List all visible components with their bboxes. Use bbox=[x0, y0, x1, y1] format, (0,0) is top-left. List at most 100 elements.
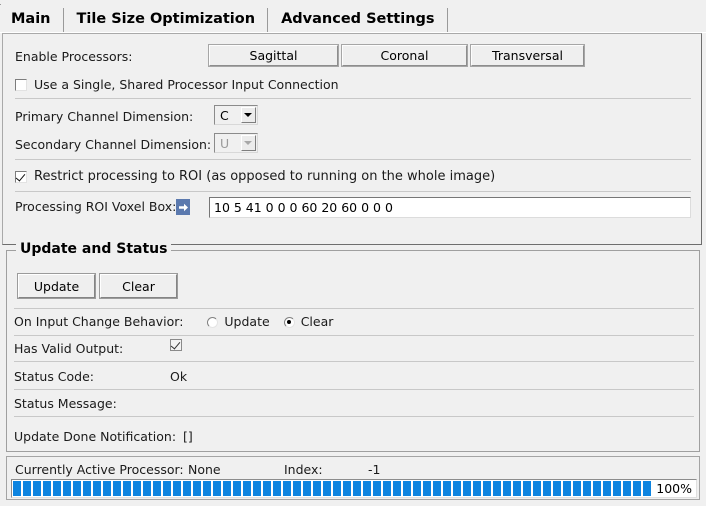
radio-clear-label: Clear bbox=[301, 314, 334, 330]
progress-segment bbox=[43, 481, 51, 496]
on-input-change-row: On Input Change Behavior: Update Clear bbox=[14, 314, 333, 330]
shared-input-connection-checkbox[interactable] bbox=[15, 79, 27, 91]
radio-update-label: Update bbox=[224, 314, 269, 330]
progress-segment bbox=[73, 481, 81, 496]
progress-segment bbox=[453, 481, 461, 496]
shared-input-connection-row[interactable]: Use a Single, Shared Processor Input Con… bbox=[15, 77, 339, 93]
arrow-right-icon[interactable] bbox=[176, 199, 190, 215]
has-valid-output-checkbox bbox=[170, 339, 182, 351]
progress-segment bbox=[163, 481, 171, 496]
radio-update-button[interactable] bbox=[207, 317, 218, 328]
progress-segment bbox=[613, 481, 621, 496]
progress-segment bbox=[493, 481, 501, 496]
progress-segment bbox=[93, 481, 101, 496]
progress-bar: 100% bbox=[11, 479, 697, 498]
progress-segment bbox=[533, 481, 541, 496]
progress-segment bbox=[253, 481, 261, 496]
progress-segment bbox=[123, 481, 131, 496]
roi-voxel-box-input[interactable]: 10 5 41 0 0 0 60 20 60 0 0 0 bbox=[209, 197, 691, 218]
primary-channel-dimension-label: Primary Channel Dimension: bbox=[15, 109, 193, 125]
update-done-notification-label: Update Done Notification: bbox=[14, 429, 176, 445]
progress-segment bbox=[103, 481, 111, 496]
processor-button-sagittal-label: Sagittal bbox=[250, 48, 298, 63]
progress-segment bbox=[383, 481, 391, 496]
tab-tile-size-optimization-label: Tile Size Optimization bbox=[77, 11, 256, 27]
update-done-notification-value: [] bbox=[183, 429, 193, 445]
active-processor-value: None bbox=[188, 462, 221, 478]
update-button-label: Update bbox=[34, 279, 79, 294]
progress-segment bbox=[423, 481, 431, 496]
progress-segment bbox=[213, 481, 221, 496]
active-processor-label: Currently Active Processor: bbox=[15, 462, 184, 478]
progress-bar-track bbox=[13, 481, 661, 496]
secondary-channel-dimension-value: U bbox=[215, 136, 241, 151]
progress-segment bbox=[413, 481, 421, 496]
processor-button-transversal-label: Transversal bbox=[492, 48, 563, 63]
roi-voxel-box-row: Processing ROI Voxel Box: bbox=[15, 199, 190, 215]
divider bbox=[15, 191, 691, 192]
progress-segment bbox=[233, 481, 241, 496]
processor-button-sagittal[interactable]: Sagittal bbox=[209, 45, 338, 66]
progress-percent-label: 100% bbox=[653, 481, 692, 496]
progress-segment bbox=[33, 481, 41, 496]
radio-clear-button[interactable] bbox=[284, 317, 295, 328]
progress-segment bbox=[263, 481, 271, 496]
progress-segment bbox=[303, 481, 311, 496]
radio-option-clear[interactable]: Clear bbox=[284, 314, 334, 330]
application-window: Main Tile Size Optimization Advanced Set… bbox=[0, 0, 706, 506]
progress-segment bbox=[243, 481, 251, 496]
progress-segment bbox=[513, 481, 521, 496]
progress-segment bbox=[63, 481, 71, 496]
progress-segment bbox=[433, 481, 441, 496]
chevron-down-icon bbox=[241, 135, 256, 151]
status-code-value: Ok bbox=[170, 369, 187, 385]
progress-segment bbox=[483, 481, 491, 496]
index-value: -1 bbox=[368, 462, 380, 478]
roi-voxel-box-label: Processing ROI Voxel Box: bbox=[15, 199, 176, 215]
progress-segment bbox=[13, 481, 21, 496]
progress-segment bbox=[113, 481, 121, 496]
status-code-label: Status Code: bbox=[14, 369, 94, 385]
status-message-label: Status Message: bbox=[14, 396, 117, 412]
on-input-change-label: On Input Change Behavior: bbox=[14, 314, 183, 330]
secondary-channel-dimension-combobox: U bbox=[214, 133, 258, 153]
progress-segment bbox=[373, 481, 381, 496]
progress-segment bbox=[353, 481, 361, 496]
restrict-roi-row[interactable]: Restrict processing to ROI (as opposed t… bbox=[15, 169, 495, 185]
progress-segment bbox=[283, 481, 291, 496]
index-label: Index: bbox=[284, 462, 323, 478]
primary-channel-dimension-combobox[interactable]: C bbox=[214, 105, 258, 125]
progress-segment bbox=[543, 481, 551, 496]
progress-segment bbox=[593, 481, 601, 496]
tab-tile-size-optimization[interactable]: Tile Size Optimization bbox=[64, 5, 269, 33]
progress-segment bbox=[623, 481, 631, 496]
divider bbox=[14, 335, 694, 336]
chevron-down-icon[interactable] bbox=[241, 107, 256, 123]
processor-button-coronal[interactable]: Coronal bbox=[342, 45, 467, 66]
progress-segment bbox=[173, 481, 181, 496]
update-button[interactable]: Update bbox=[18, 274, 95, 298]
progress-segment bbox=[153, 481, 161, 496]
progress-segment bbox=[463, 481, 471, 496]
tab-main[interactable]: Main bbox=[0, 5, 64, 33]
tab-advanced-settings-label: Advanced Settings bbox=[281, 11, 434, 27]
progress-segment bbox=[363, 481, 371, 496]
processor-button-transversal[interactable]: Transversal bbox=[471, 45, 584, 66]
has-valid-output-label: Has Valid Output: bbox=[14, 341, 123, 357]
clear-button[interactable]: Clear bbox=[100, 274, 177, 298]
radio-option-update[interactable]: Update bbox=[207, 314, 269, 330]
progress-segment bbox=[403, 481, 411, 496]
tab-advanced-settings[interactable]: Advanced Settings bbox=[268, 5, 447, 33]
progress-segment bbox=[193, 481, 201, 496]
progress-segment bbox=[583, 481, 591, 496]
tab-separator bbox=[447, 8, 448, 33]
progress-segment bbox=[83, 481, 91, 496]
progress-segment bbox=[323, 481, 331, 496]
restrict-roi-checkbox[interactable] bbox=[15, 171, 27, 183]
secondary-channel-dimension-label: Secondary Channel Dimension: bbox=[15, 137, 211, 153]
progress-segment bbox=[133, 481, 141, 496]
restrict-roi-label: Restrict processing to ROI (as opposed t… bbox=[34, 169, 495, 185]
status-bar: Currently Active Processor: None Index: … bbox=[6, 456, 700, 500]
main-settings-panel: Enable Processors: Sagittal Coronal Tran… bbox=[2, 33, 702, 245]
divider bbox=[14, 361, 694, 362]
